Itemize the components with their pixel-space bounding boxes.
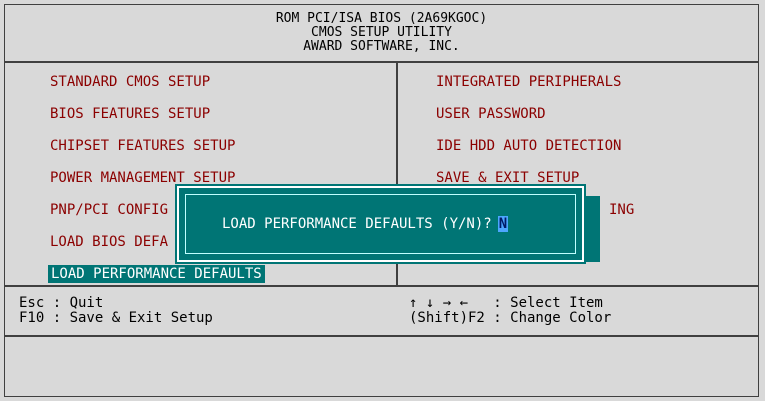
menu-item-save-exit-setup[interactable]: SAVE & EXIT SETUP [436,169,579,187]
confirm-dialog-input[interactable]: N [497,216,509,232]
bios-vendor: AWARD SOFTWARE, INC. [303,39,460,54]
menu-item-ide-hdd-auto-detection[interactable]: IDE HDD AUTO DETECTION [436,137,621,155]
help-f10-save-exit: F10 : Save & Exit Setup [19,310,213,326]
help-bar: Esc : Quit F10 : Save & Exit Setup ↑ ↓ →… [5,287,758,337]
bios-header: ROM PCI/ISA BIOS (2A69KGOC) CMOS SETUP U… [5,5,758,63]
menu-item-load-performance-defaults[interactable]: LOAD PERFORMANCE DEFAULTS [48,265,265,283]
bios-title: ROM PCI/ISA BIOS (2A69KGOC) [275,11,488,26]
help-select-item: ↑ ↓ → ← : Select Item [409,295,603,311]
menu-item-pnp-pci-config[interactable]: PNP/PCI CONFIG [50,201,168,219]
confirm-dialog-prompt: LOAD PERFORMANCE DEFAULTS (Y/N)? [222,216,492,232]
menu-item-user-password[interactable]: USER PASSWORD [436,105,546,123]
menu-item-chipset-features-setup[interactable]: CHIPSET FEATURES SETUP [50,137,235,155]
bios-screen: ROM PCI/ISA BIOS (2A69KGOC) CMOS SETUP U… [0,0,765,401]
menu-item-bios-features-setup[interactable]: BIOS FEATURES SETUP [50,105,210,123]
help-change-color: (Shift)F2 : Change Color [409,310,612,326]
menu-item-standard-cmos-setup[interactable]: STANDARD CMOS SETUP [50,73,210,91]
bios-subtitle: CMOS SETUP UTILITY [311,25,452,40]
menu-item-power-management-setup[interactable]: POWER MANAGEMENT SETUP [50,169,235,187]
status-area [5,337,758,396]
menu-item-partially-hidden[interactable]: ING [609,201,634,219]
help-esc-quit: Esc : Quit [19,295,104,311]
confirm-dialog-body: LOAD PERFORMANCE DEFAULTS (Y/N)? N [185,194,576,254]
confirm-dialog: LOAD PERFORMANCE DEFAULTS (Y/N)? N [175,184,586,264]
menu-item-integrated-peripherals[interactable]: INTEGRATED PERIPHERALS [436,73,621,91]
menu-item-load-bios-defaults[interactable]: LOAD BIOS DEFA [50,233,168,251]
dialog-shadow [584,196,600,262]
